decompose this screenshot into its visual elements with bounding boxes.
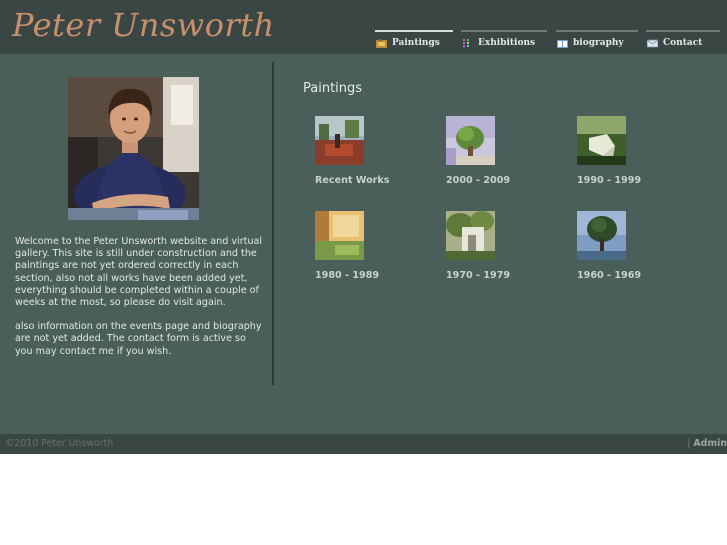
gallery-caption[interactable]: 1980 - 1989 [315, 270, 379, 281]
nav-biography[interactable]: biography [556, 30, 638, 54]
welcome-paragraph: also information on the events page and … [15, 321, 262, 357]
gallery-caption[interactable]: 1990 - 1999 [577, 175, 641, 186]
artist-portrait [68, 77, 199, 220]
admin-link[interactable]: Admin [693, 438, 727, 449]
nav-label: biography [573, 38, 624, 48]
paintings-icon [376, 38, 387, 48]
gallery-thumbnail[interactable] [446, 116, 495, 165]
page: Peter Unsworth Paintings Exhibitions bio… [0, 0, 727, 545]
footer: ©2010 Peter Unsworth | Admin [0, 434, 727, 454]
column-divider [272, 62, 274, 385]
gallery-thumbnail[interactable] [315, 116, 364, 165]
gallery-caption[interactable]: 2000 - 2009 [446, 175, 510, 186]
welcome-paragraph: Welcome to the Peter Unsworth website an… [15, 236, 263, 309]
gallery-thumbnail[interactable] [577, 211, 626, 260]
gallery-caption[interactable]: 1960 - 1969 [577, 270, 641, 281]
nav-label: Paintings [392, 38, 440, 48]
header: Peter Unsworth Paintings Exhibitions bio… [0, 0, 727, 54]
gallery-caption[interactable]: 1970 - 1979 [446, 270, 510, 281]
site-logo[interactable]: Peter Unsworth [12, 6, 275, 44]
exhibitions-icon [463, 38, 469, 47]
nav-label: Exhibitions [478, 38, 536, 48]
nav-paintings[interactable]: Paintings [375, 30, 453, 54]
gallery-caption[interactable]: Recent Works [315, 175, 390, 186]
contact-icon [647, 39, 658, 47]
nav-exhibitions[interactable]: Exhibitions [461, 30, 547, 54]
gallery-thumbnail[interactable] [577, 116, 626, 165]
admin-separator: | [687, 438, 691, 449]
biography-icon [557, 39, 568, 48]
gallery-thumbnail[interactable] [446, 211, 495, 260]
gallery-thumbnail[interactable] [315, 211, 364, 260]
section-title: Paintings [303, 81, 363, 96]
admin-area: | Admin [687, 438, 727, 449]
nav-contact[interactable]: Contact [646, 30, 720, 54]
nav-label: Contact [663, 38, 703, 48]
main-content: Welcome to the Peter Unsworth website an… [0, 54, 727, 434]
welcome-text: Welcome to the Peter Unsworth website an… [15, 236, 263, 370]
copyright-text: ©2010 Peter Unsworth [5, 438, 114, 449]
